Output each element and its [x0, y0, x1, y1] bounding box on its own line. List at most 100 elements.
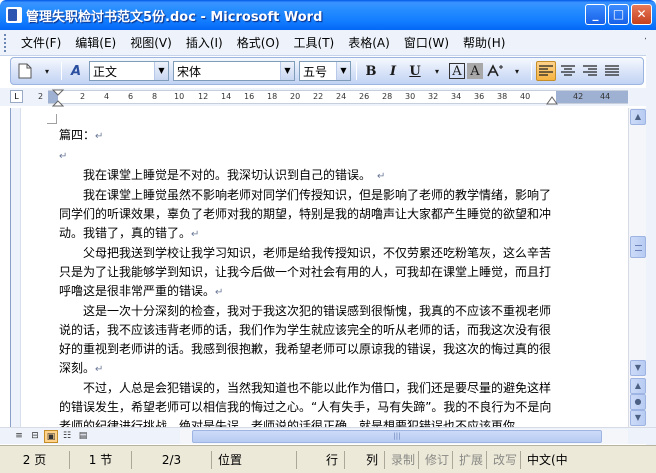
- ruler-tick: 40: [520, 92, 531, 101]
- maximize-button[interactable]: □: [608, 4, 629, 25]
- ruler-tick: 38: [497, 92, 508, 101]
- chevron-down-icon[interactable]: ▼: [154, 62, 168, 80]
- status-bar: 2 页 1 节 2/3 位置 行 列 录制 修订 扩展 改写 中文(中: [0, 445, 656, 473]
- status-overtype[interactable]: 改写: [487, 450, 521, 469]
- menu-table[interactable]: 表格(A): [341, 32, 397, 53]
- ruler-scale[interactable]: 2 2 4 6 8 10 12 14 16 18 20 22 24 26 28 …: [38, 89, 628, 107]
- ruler-tick: 4: [104, 92, 110, 101]
- menu-grip[interactable]: [4, 33, 8, 52]
- menu-format[interactable]: 格式(O): [230, 32, 287, 53]
- ruler-tick: 20: [290, 92, 301, 101]
- horizontal-scrollbar[interactable]: |||: [180, 429, 628, 444]
- character-border-button[interactable]: A: [449, 63, 465, 79]
- status-record[interactable]: 录制: [385, 450, 419, 469]
- ruler-tick: 22: [313, 92, 324, 101]
- formatting-toolbar: ▾ A 正文 ▼ 宋体 ▼ 五号 ▼ B I U ▾ A A ▾: [10, 57, 644, 85]
- paragraph[interactable]: ↵: [59, 146, 559, 166]
- right-indent-marker[interactable]: [546, 95, 558, 105]
- character-shading-button[interactable]: A: [467, 63, 483, 79]
- paragraph[interactable]: 我在课堂上睡觉是不对的。我深切认识到自己的错误。 ↵: [59, 166, 559, 186]
- ruler-tick: 16: [244, 92, 255, 101]
- align-center-icon[interactable]: [558, 61, 578, 81]
- italic-button[interactable]: I: [383, 61, 403, 81]
- close-button[interactable]: ✕: [631, 4, 652, 25]
- character-scale-options-icon[interactable]: ▾: [507, 61, 527, 81]
- status-page-of: 2/3: [132, 450, 212, 469]
- justify-icon[interactable]: [602, 61, 622, 81]
- vertical-ruler-strip: [11, 108, 21, 427]
- ruler-tick: 2: [80, 92, 86, 101]
- menu-help[interactable]: 帮助(H): [456, 32, 512, 53]
- styles-pane-icon[interactable]: A: [66, 61, 86, 81]
- view-and-hscroll-bar: ≡ ⊟ ▣ ☷ ▤ |||: [0, 427, 656, 444]
- menu-bar: 文件(F) 编辑(E) 视图(V) 插入(I) 格式(O) 工具(T) 表格(A…: [0, 30, 656, 56]
- ruler-tick: 18: [267, 92, 278, 101]
- previous-page-button[interactable]: ▲: [630, 378, 646, 394]
- print-layout-view-icon[interactable]: ▣: [44, 430, 58, 443]
- horizontal-ruler[interactable]: L 2 2 4 6 8 10 12 14 16 18 20 22 24 26 2…: [0, 88, 656, 107]
- ruler-tick: 36: [474, 92, 485, 101]
- status-extend[interactable]: 扩展: [453, 450, 487, 469]
- chevron-down-icon[interactable]: ▼: [336, 62, 350, 80]
- paragraph[interactable]: 不过，人总是会犯错误的，当然我知道也不能以此作为借口，我们还是要尽量的避免这样的…: [59, 379, 559, 427]
- font-size-value: 五号: [303, 64, 328, 79]
- ruler-tick: 42: [573, 92, 584, 101]
- ruler-tick: 24: [336, 92, 347, 101]
- underline-options-icon[interactable]: ▾: [427, 61, 447, 81]
- align-right-icon[interactable]: [580, 61, 600, 81]
- paragraph[interactable]: 篇四：↵: [59, 126, 559, 146]
- vertical-scrollbar[interactable]: ▲ ▼ ▲ ● ▼: [628, 108, 646, 427]
- horizontal-scroll-thumb[interactable]: |||: [192, 430, 602, 443]
- font-dropdown[interactable]: 宋体 ▼: [173, 61, 295, 81]
- vertical-scroll-thumb[interactable]: [630, 236, 646, 258]
- select-browse-object-button[interactable]: ●: [630, 394, 646, 410]
- status-section: 1 节: [70, 450, 132, 469]
- first-line-indent-marker[interactable]: [52, 89, 64, 107]
- menu-window[interactable]: 窗口(W): [397, 32, 456, 53]
- font-size-dropdown[interactable]: 五号 ▼: [299, 61, 351, 81]
- next-page-button[interactable]: ▼: [630, 410, 646, 426]
- status-position: 位置: [212, 450, 297, 469]
- bold-button[interactable]: B: [361, 61, 381, 81]
- title-bar[interactable]: 管理失职检讨书范文5份.doc - Microsoft Word _ □ ✕: [0, 0, 656, 30]
- normal-view-icon[interactable]: ≡: [12, 430, 26, 443]
- paragraph[interactable]: 父母把我送到学校让我学习知识，老师是给我传授知识，不仅劳累还吃粉笔灰，这么辛苦只…: [59, 244, 559, 302]
- toolbar-options-icon[interactable]: ▾: [37, 61, 57, 81]
- style-dropdown[interactable]: 正文 ▼: [89, 61, 169, 81]
- menu-insert[interactable]: 插入(I): [179, 32, 230, 53]
- align-left-icon[interactable]: [536, 61, 556, 81]
- chevron-down-icon[interactable]: ▼: [280, 62, 294, 80]
- scroll-up-button[interactable]: ▲: [630, 109, 646, 125]
- scroll-down-button[interactable]: ▼: [630, 360, 646, 376]
- document-area[interactable]: 篇四：↵ ↵ 我在课堂上睡觉是不对的。我深切认识到自己的错误。 ↵ 我在课堂上睡…: [10, 108, 628, 427]
- minimize-button[interactable]: _: [585, 4, 606, 25]
- menu-edit[interactable]: 编辑(E): [68, 32, 123, 53]
- ruler-tick: 32: [428, 92, 439, 101]
- status-language: 中文(中: [527, 453, 568, 467]
- menu-view[interactable]: 视图(V): [123, 32, 179, 53]
- status-track-changes[interactable]: 修订: [419, 450, 453, 469]
- document-body[interactable]: 篇四：↵ ↵ 我在课堂上睡觉是不对的。我深切认识到自己的错误。 ↵ 我在课堂上睡…: [59, 126, 559, 427]
- underline-button[interactable]: U: [405, 61, 425, 81]
- ruler-tick: 34: [451, 92, 462, 101]
- ruler-tick: 10: [174, 92, 185, 101]
- ruler-tick: 2: [38, 92, 44, 101]
- ruler-tick: 8: [152, 92, 158, 101]
- ruler-tick: 12: [198, 92, 209, 101]
- status-page: 2 页: [0, 450, 70, 469]
- ruler-tick: 30: [405, 92, 416, 101]
- menu-tools[interactable]: 工具(T): [287, 32, 342, 53]
- word-app-icon[interactable]: [6, 7, 22, 23]
- character-scale-icon[interactable]: [485, 61, 505, 81]
- reading-layout-view-icon[interactable]: ▤: [76, 430, 90, 443]
- status-column: 列: [345, 450, 385, 469]
- crop-mark: [47, 114, 57, 124]
- tab-selector-icon[interactable]: L: [10, 90, 23, 103]
- menu-file[interactable]: 文件(F): [14, 32, 68, 53]
- ruler-tick: 6: [128, 92, 134, 101]
- paragraph[interactable]: 这是一次十分深刻的检查，我对于我这次犯的错误感到很惭愧，我真的不应该不重视老师说…: [59, 302, 559, 379]
- web-layout-view-icon[interactable]: ⊟: [28, 430, 42, 443]
- outline-view-icon[interactable]: ☷: [60, 430, 74, 443]
- paragraph[interactable]: 我在课堂上睡觉虽然不影响老师对同学们传授知识，但是影响了老师的教学情绪，影响了同…: [59, 186, 559, 244]
- new-document-icon[interactable]: [15, 61, 35, 81]
